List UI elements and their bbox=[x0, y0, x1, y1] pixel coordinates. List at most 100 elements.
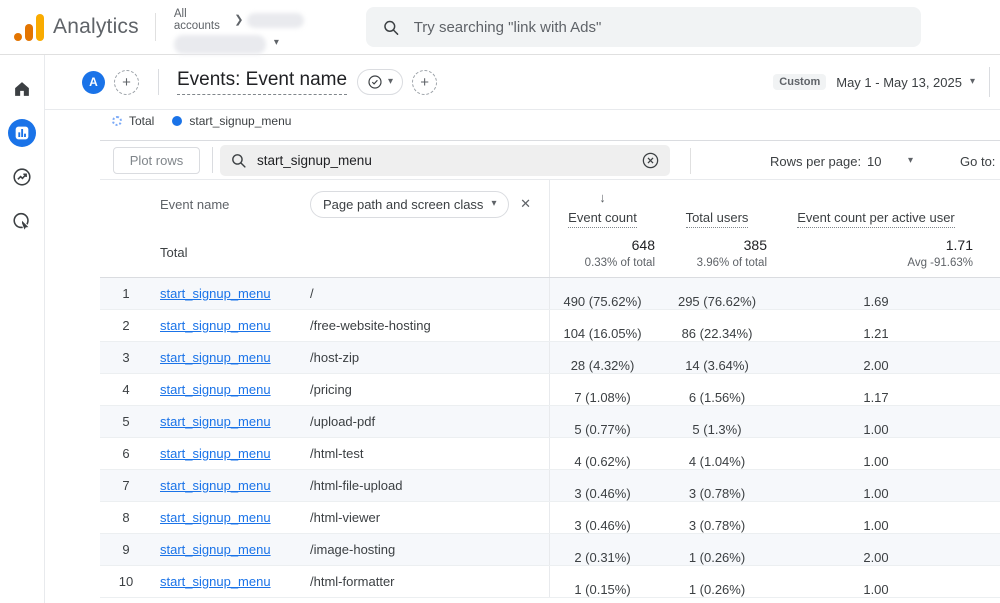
divider bbox=[212, 147, 213, 173]
chart-legend: Total start_signup_menu bbox=[45, 110, 1000, 140]
table-row: 5 start_signup_menu /upload-pdf 5 (0.77%… bbox=[100, 406, 1000, 438]
table-row: 8 start_signup_menu /html-viewer 3 (0.46… bbox=[100, 502, 1000, 534]
per-user-cell: 2.00 bbox=[779, 342, 1000, 373]
table-row: 7 start_signup_menu /html-file-upload 3 … bbox=[100, 470, 1000, 502]
per-user-cell: 1.21 bbox=[779, 310, 1000, 341]
event-count-cell: 28 (4.32%) bbox=[549, 342, 667, 373]
legend-item-series[interactable]: start_signup_menu bbox=[172, 114, 291, 128]
page-path-cell: /upload-pdf bbox=[300, 414, 549, 429]
report-table-card: Plot rows Rows per bbox=[100, 140, 1000, 598]
row-index: 9 bbox=[100, 542, 152, 557]
column-header-total-users[interactable]: Total users bbox=[667, 180, 779, 228]
total-users-cell: 3 (0.78%) bbox=[667, 470, 779, 501]
legend-item-total[interactable]: Total bbox=[112, 114, 154, 128]
caret-down-icon: ▾ bbox=[388, 77, 393, 87]
table-row: 4 start_signup_menu /pricing 7 (1.08%) 6… bbox=[100, 374, 1000, 406]
total-users-cell: 1 (0.26%) bbox=[667, 566, 779, 597]
caret-down-icon[interactable]: ▾ bbox=[908, 156, 913, 166]
row-index: 2 bbox=[100, 318, 152, 333]
per-user-cell: 1.00 bbox=[779, 502, 1000, 533]
event-name-link[interactable]: start_signup_menu bbox=[160, 478, 271, 493]
per-user-cell: 1.69 bbox=[779, 278, 1000, 309]
total-users-cell: 5 (1.3%) bbox=[667, 406, 779, 437]
avatar[interactable]: A bbox=[82, 71, 105, 94]
table-row: 9 start_signup_menu /image-hosting 2 (0.… bbox=[100, 534, 1000, 566]
accounts-breadcrumb: All accounts bbox=[174, 8, 230, 32]
chevron-down-icon: ▾ bbox=[274, 38, 279, 48]
event-name-link[interactable]: start_signup_menu bbox=[160, 382, 271, 397]
total-users-cell: 14 (3.64%) bbox=[667, 342, 779, 373]
app-name: Analytics bbox=[53, 15, 139, 39]
total-users-cell: 6 (1.56%) bbox=[667, 374, 779, 405]
rows-per-page-select[interactable]: 10 bbox=[867, 154, 881, 169]
page-title[interactable]: Events: Event name bbox=[177, 69, 347, 95]
sidebar-item-explore[interactable] bbox=[8, 163, 36, 191]
report-header: A + Events: Event name ▾ + Custom May 1 … bbox=[45, 55, 1000, 110]
advertising-icon bbox=[11, 210, 33, 232]
event-name-link[interactable]: start_signup_menu bbox=[160, 414, 271, 429]
table-total-row: Total 648 0.33% of total 385 3.96% of to… bbox=[100, 228, 1000, 278]
column-header-per-active-user[interactable]: Event count per active user bbox=[779, 180, 1000, 228]
table-row: 1 start_signup_menu / 490 (75.62%) 295 (… bbox=[100, 278, 1000, 310]
plus-icon: + bbox=[122, 74, 131, 91]
date-range-value[interactable]: May 1 - May 13, 2025 bbox=[836, 75, 962, 90]
global-search-input[interactable] bbox=[414, 19, 905, 36]
table-search-input[interactable] bbox=[257, 153, 631, 168]
page-path-cell: /free-website-hosting bbox=[300, 318, 549, 333]
per-user-cell: 1.17 bbox=[779, 374, 1000, 405]
row-index: 6 bbox=[100, 446, 152, 461]
dotted-circle-icon bbox=[112, 116, 122, 126]
row-index: 4 bbox=[100, 382, 152, 397]
page-path-cell: /pricing bbox=[300, 382, 549, 397]
legend-label: start_signup_menu bbox=[189, 114, 291, 128]
page-path-cell: /html-test bbox=[300, 446, 549, 461]
event-name-link[interactable]: start_signup_menu bbox=[160, 350, 271, 365]
event-count-cell: 4 (0.62%) bbox=[549, 438, 667, 469]
event-name-link[interactable]: start_signup_menu bbox=[160, 446, 271, 461]
sidebar-item-advertising[interactable] bbox=[8, 207, 36, 235]
page-path-cell: / bbox=[300, 286, 549, 301]
secondary-dimension-dropdown[interactable]: Page path and screen class ▾ bbox=[310, 191, 509, 218]
total-users-cell: 4 (1.04%) bbox=[667, 438, 779, 469]
report-status-pill[interactable]: ▾ bbox=[357, 69, 403, 95]
clear-search-button[interactable] bbox=[641, 151, 660, 170]
sidebar-nav bbox=[0, 55, 45, 603]
sort-desc-icon: ↓ bbox=[599, 190, 606, 205]
event-name-link[interactable]: start_signup_menu bbox=[160, 286, 271, 301]
home-icon bbox=[11, 78, 33, 100]
event-name-link[interactable]: start_signup_menu bbox=[160, 542, 271, 557]
legend-label: Total bbox=[129, 114, 154, 128]
event-name-link[interactable]: start_signup_menu bbox=[160, 510, 271, 525]
search-icon bbox=[230, 152, 247, 169]
event-count-cell: 3 (0.46%) bbox=[549, 470, 667, 501]
plot-rows-button[interactable]: Plot rows bbox=[113, 147, 200, 174]
event-count-cell: 104 (16.05%) bbox=[549, 310, 667, 341]
account-switcher[interactable]: All accounts ❯ ▾ bbox=[174, 5, 304, 49]
event-name-link[interactable]: start_signup_menu bbox=[160, 574, 271, 589]
page-path-cell: /html-file-upload bbox=[300, 478, 549, 493]
event-count-cell: 2 (0.31%) bbox=[549, 534, 667, 565]
column-header-event-count[interactable]: ↓ Event count bbox=[549, 180, 667, 228]
row-index: 5 bbox=[100, 414, 152, 429]
add-comparison-button[interactable]: + bbox=[114, 70, 139, 95]
global-search-bar[interactable] bbox=[366, 7, 921, 47]
check-circle-icon bbox=[367, 74, 383, 90]
sidebar-item-reports[interactable] bbox=[8, 119, 36, 147]
analytics-logo-icon[interactable] bbox=[14, 14, 44, 41]
caret-down-icon[interactable]: ▾ bbox=[970, 77, 975, 87]
page-path-cell: /html-formatter bbox=[300, 574, 549, 589]
table-search-bar[interactable] bbox=[220, 145, 670, 176]
column-header-event-name[interactable]: Event name bbox=[152, 197, 300, 212]
add-report-button[interactable]: + bbox=[412, 70, 437, 95]
remove-dimension-button[interactable]: ✕ bbox=[520, 196, 531, 212]
per-user-cell: 1.00 bbox=[779, 566, 1000, 597]
event-name-link[interactable]: start_signup_menu bbox=[160, 318, 271, 333]
divider bbox=[155, 13, 156, 41]
divider bbox=[158, 69, 159, 95]
sidebar-item-home[interactable] bbox=[8, 75, 36, 103]
divider bbox=[989, 67, 990, 97]
table-body: 1 start_signup_menu / 490 (75.62%) 295 (… bbox=[100, 278, 1000, 598]
event-count-cell: 1 (0.15%) bbox=[549, 566, 667, 597]
explore-icon bbox=[11, 166, 33, 188]
bar-chart-icon bbox=[14, 125, 30, 141]
